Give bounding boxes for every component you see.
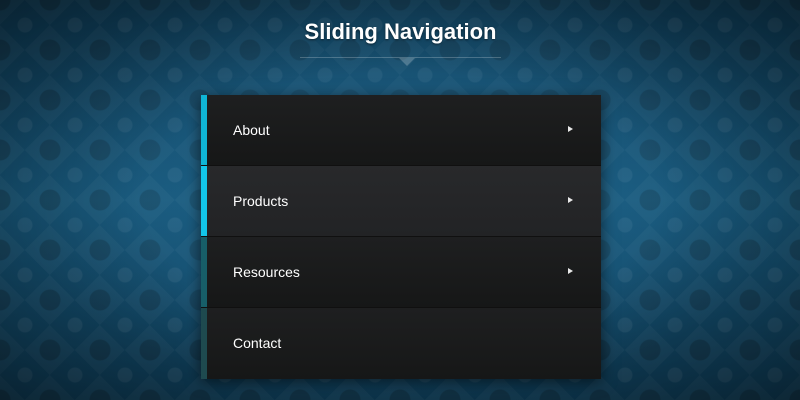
nav-item-accent-bar xyxy=(201,237,207,307)
nav-item-label: Products xyxy=(233,193,289,209)
nav-item-about[interactable]: About xyxy=(201,95,601,166)
triangle-right-icon xyxy=(568,126,573,132)
nav-item-label: About xyxy=(233,122,270,138)
nav-item-resources[interactable]: Resources xyxy=(201,237,601,308)
nav-item-contact[interactable]: Contact xyxy=(201,308,601,379)
triangle-right-icon xyxy=(568,268,573,274)
nav-item-accent-bar xyxy=(201,95,207,165)
nav-item-label: Contact xyxy=(233,335,282,351)
nav-item-label: Resources xyxy=(233,264,300,280)
triangle-right-icon xyxy=(568,197,573,203)
nav-item-accent-bar xyxy=(201,308,207,379)
page-title: Sliding Navigation xyxy=(304,19,497,44)
header: Sliding Navigation xyxy=(300,14,501,66)
caret-down-icon xyxy=(399,58,415,66)
nav-item-accent-bar xyxy=(201,166,207,236)
sliding-navigation-menu: About Products Resources Contact xyxy=(201,95,601,379)
nav-item-products[interactable]: Products xyxy=(201,166,601,237)
page: { "header": { "title": "Sliding Navigati… xyxy=(0,0,800,400)
